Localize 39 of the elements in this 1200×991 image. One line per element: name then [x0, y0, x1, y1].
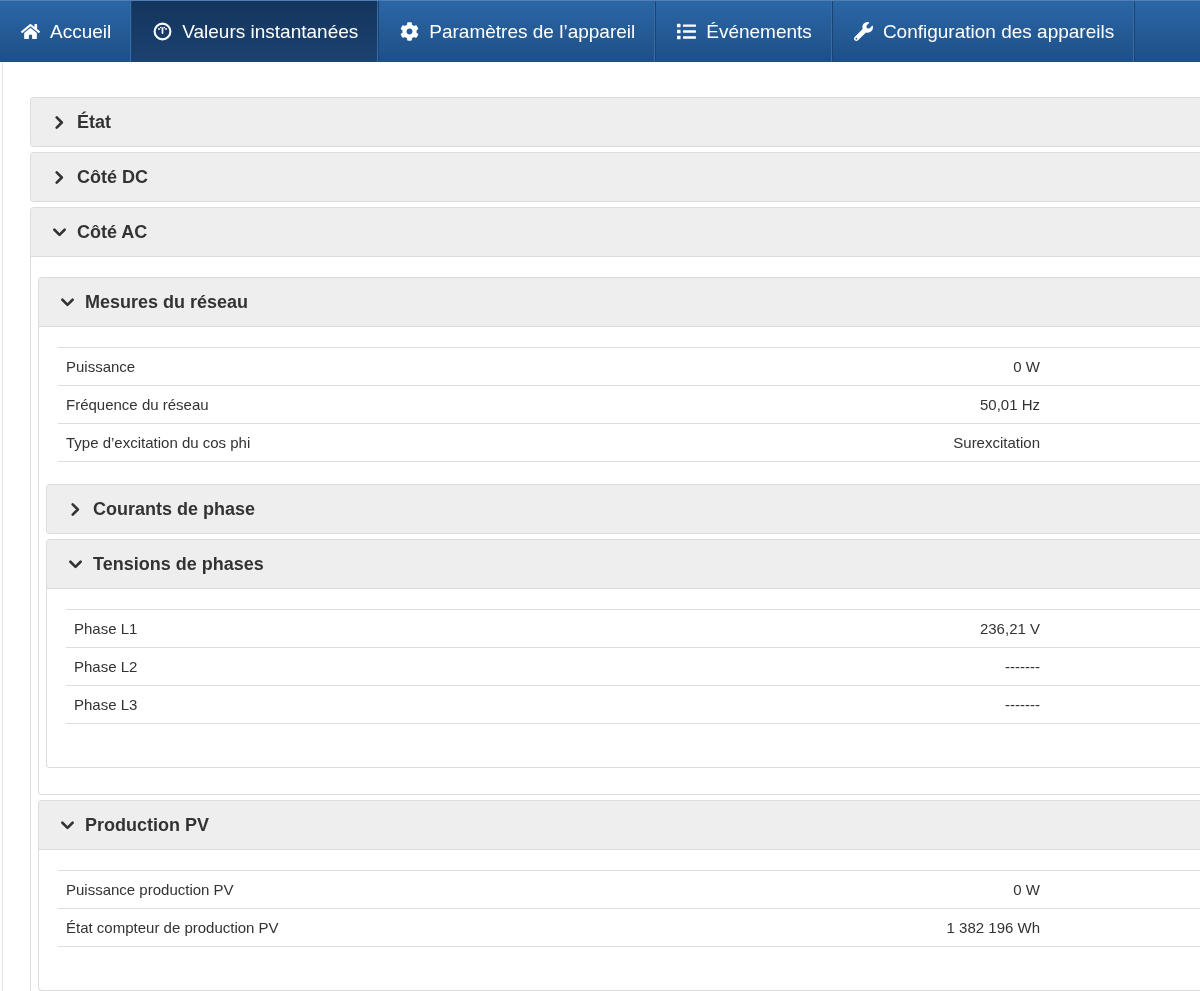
measurement-label: Type d’excitation du cos phi — [58, 423, 561, 462]
panel-header[interactable]: État — [31, 98, 1200, 146]
chevron-down-icon — [53, 225, 66, 239]
panel-header[interactable]: Production PV — [39, 801, 1200, 850]
measurement-value: 1 382 196 Wh — [590, 908, 1200, 947]
measurement-value: 50,01 Hz — [560, 385, 1200, 424]
panel-header[interactable]: Mesures du réseau — [39, 278, 1200, 327]
home-icon — [21, 22, 40, 41]
panel-header[interactable]: Côté AC — [31, 208, 1200, 257]
measurement-value: 236,21 V — [358, 609, 1200, 648]
nav-tab[interactable]: Paramètres de l’appareil — [379, 1, 657, 62]
measurement-value: ------- — [358, 685, 1200, 724]
panel-header[interactable]: Tensions de phases — [47, 540, 1200, 589]
chevron-down-icon — [69, 557, 82, 571]
chevron-down-icon — [61, 818, 74, 832]
settings-icon — [400, 22, 420, 41]
measurement-label: Phase L2 — [66, 647, 359, 686]
nav-tab[interactable]: Valeurs instantanées — [132, 1, 380, 62]
panel-header[interactable]: Courants de phase — [47, 485, 1200, 533]
chevron-right-icon — [69, 502, 82, 516]
measurement-label: Puissance production PV — [58, 870, 591, 909]
measurement-value: Surexcitation — [560, 423, 1200, 462]
panel-header[interactable]: Côté DC — [31, 153, 1200, 201]
chevron-right-icon — [53, 170, 66, 184]
nav-tab[interactable]: Événements — [656, 1, 833, 62]
measurement-label: État compteur de production PV — [58, 908, 591, 947]
chevron-down-icon — [61, 295, 74, 309]
nav-tab[interactable]: Configuration des appareils — [832, 1, 1136, 62]
measurement-label: Phase L3 — [66, 685, 359, 724]
measurement-label: Fréquence du réseau — [58, 385, 561, 424]
measurement-label: Phase L1 — [66, 609, 359, 648]
wrench-icon — [853, 22, 873, 41]
measurement-value: 0 W — [590, 870, 1200, 909]
list-icon — [677, 22, 697, 41]
gauge-icon — [153, 22, 173, 41]
measurement-value: 0 W — [560, 347, 1200, 386]
measurement-value: ------- — [358, 647, 1200, 686]
measurement-label: Puissance — [58, 347, 561, 386]
chevron-right-icon — [53, 115, 66, 129]
